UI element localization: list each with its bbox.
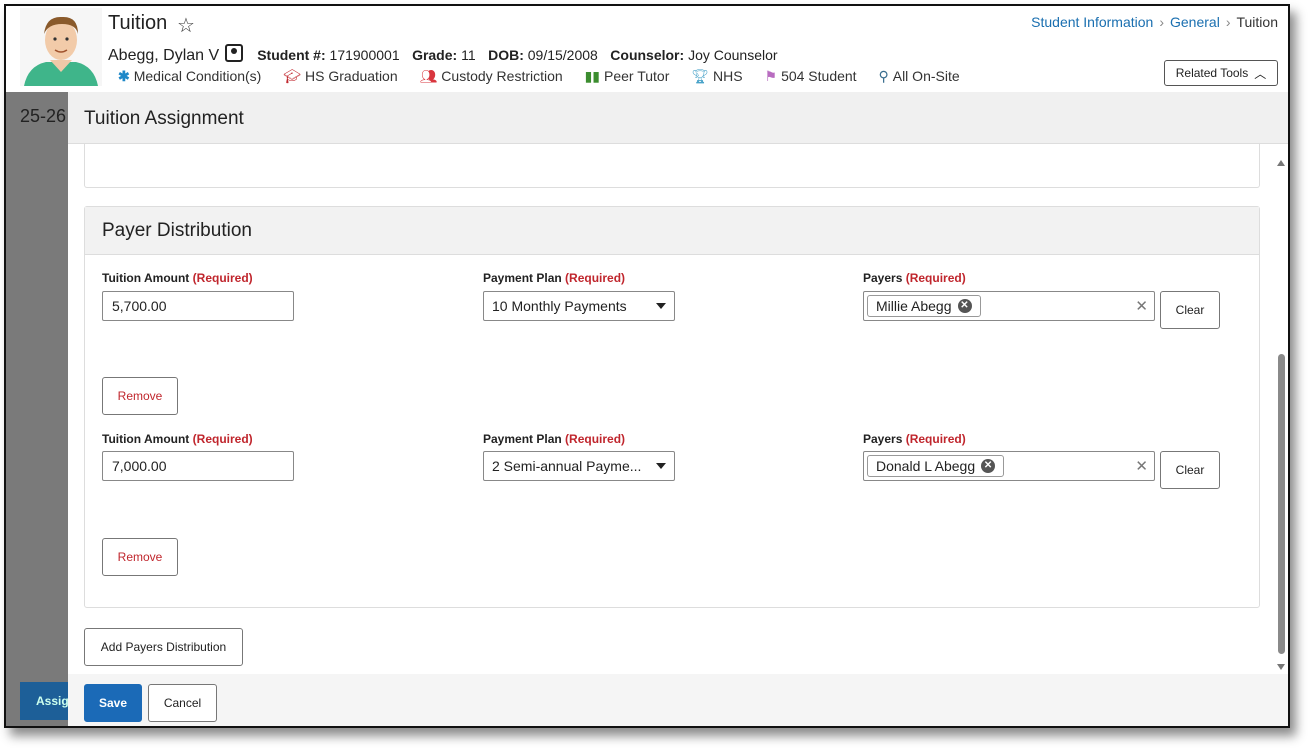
- asterisk-icon: ✱: [118, 68, 130, 84]
- flag-label: NHS: [713, 68, 743, 84]
- remove-button[interactable]: Remove: [102, 377, 178, 415]
- modal-footer: Save Cancel: [68, 674, 1288, 726]
- flag-nhs[interactable]: 🏆︎ NHS: [691, 68, 742, 85]
- flag-label: Peer Tutor: [604, 68, 670, 84]
- app-window: Tuition ☆ Abegg, Dylan V Student #: 17190…: [4, 4, 1290, 728]
- add-payers-distribution-button[interactable]: Add Payers Distribution: [84, 628, 243, 666]
- breadcrumb-current: Tuition: [1236, 14, 1278, 30]
- payment-plan-select[interactable]: 2 Semi-annual Payme...: [483, 451, 675, 481]
- chevron-right-icon: ›: [1159, 14, 1164, 30]
- tuition-assignment-modal: Tuition Assignment Payer Distribution Tu…: [68, 92, 1288, 726]
- tuition-amount-label: Tuition Amount (Required): [102, 271, 253, 285]
- background-overlay: [6, 92, 70, 726]
- payment-plan-label: Payment Plan (Required): [483, 432, 626, 446]
- student-flags: ✱ Medical Condition(s) 🎓︎ HS Graduation 👥︎…: [118, 68, 978, 85]
- flag-all-on-site[interactable]: ⚲ All On-Site: [878, 68, 959, 85]
- dob-label: DOB:: [488, 47, 524, 63]
- flag-label: Custody Restriction: [441, 68, 563, 84]
- payers-multiselect[interactable]: Donald L Abegg ✕ ✕: [863, 451, 1155, 481]
- student-photo: [20, 8, 102, 86]
- payment-plan-label: Payment Plan (Required): [483, 271, 626, 285]
- counselor-value: Joy Counselor: [688, 47, 778, 63]
- previous-section-card: [84, 144, 1260, 188]
- remove-chip-icon[interactable]: ✕: [957, 299, 972, 313]
- payment-plan-value: 2 Semi-annual Payme...: [492, 458, 642, 474]
- chevron-up-icon: ︿: [1254, 66, 1267, 81]
- payer-chip-label: Donald L Abegg: [876, 458, 976, 474]
- modal-scrollbar[interactable]: [1274, 144, 1288, 674]
- flag-label: 504 Student: [781, 68, 857, 84]
- people-icon: 👥︎: [419, 68, 438, 84]
- remove-chip-icon[interactable]: ✕: [981, 459, 996, 473]
- payers-label: Payers (Required): [863, 432, 966, 446]
- student-info-line: Abegg, Dylan V Student #: 171900001 Grade…: [108, 44, 786, 65]
- student-number-label: Student #:: [257, 47, 326, 63]
- clear-selection-icon[interactable]: ✕: [1135, 457, 1148, 475]
- clear-selection-icon[interactable]: ✕: [1135, 297, 1148, 315]
- section-header: Payer Distribution: [85, 207, 1259, 255]
- payers-multiselect[interactable]: Millie Abegg ✕ ✕: [863, 291, 1155, 321]
- flag-504-student[interactable]: ⚑ 504 Student: [765, 68, 857, 85]
- payment-plan-select[interactable]: 10 Monthly Payments: [483, 291, 675, 321]
- graduation-cap-icon: 🎓︎: [283, 68, 302, 84]
- related-tools-button[interactable]: Related Tools ︿: [1164, 60, 1278, 86]
- payer-chip-label: Millie Abegg: [876, 298, 952, 314]
- clear-button[interactable]: Clear: [1160, 451, 1220, 489]
- contact-card-icon[interactable]: [225, 44, 244, 62]
- modal-body: Payer Distribution Tuition Amount (Requi…: [68, 144, 1274, 674]
- payer-chip: Millie Abegg ✕: [867, 295, 981, 317]
- dropdown-caret-icon: [656, 303, 666, 309]
- flag-label: HS Graduation: [305, 68, 398, 84]
- scroll-up-arrow-icon[interactable]: [1277, 160, 1285, 166]
- flag-label: Medical Condition(s): [133, 68, 262, 84]
- modal-title: Tuition Assignment: [84, 108, 244, 129]
- student-number: 171900001: [329, 47, 400, 63]
- flag-medical-condition[interactable]: ✱ Medical Condition(s): [118, 68, 261, 85]
- counselor-label: Counselor:: [610, 47, 685, 63]
- payment-plan-value: 10 Monthly Payments: [492, 298, 627, 314]
- favorite-star-icon[interactable]: ☆: [177, 13, 195, 38]
- scroll-down-arrow-icon[interactable]: [1277, 664, 1285, 670]
- flag-hs-graduation[interactable]: 🎓︎ HS Graduation: [283, 68, 397, 85]
- flag-label: All On-Site: [892, 68, 960, 84]
- breadcrumb: Student Information › General › Tuition: [1031, 14, 1278, 30]
- related-tools-label: Related Tools: [1175, 66, 1249, 80]
- payers-label: Payers (Required): [863, 271, 966, 285]
- scroll-thumb[interactable]: [1278, 354, 1285, 654]
- student-header: Tuition ☆ Abegg, Dylan V Student #: 17190…: [6, 6, 1288, 92]
- cancel-button[interactable]: Cancel: [148, 684, 217, 722]
- breadcrumb-general[interactable]: General: [1170, 14, 1220, 30]
- dob-value: 09/15/2008: [527, 47, 598, 63]
- page-title: Tuition: [108, 12, 168, 34]
- dropdown-caret-icon: [656, 463, 666, 469]
- grade-label: Grade:: [412, 47, 458, 63]
- flag-icon: ⚑: [764, 68, 778, 84]
- trophy-icon: 🏆︎: [691, 68, 710, 84]
- modal-header: Tuition Assignment: [68, 92, 1288, 144]
- flag-custody-restriction[interactable]: 👥︎ Custody Restriction: [420, 68, 563, 85]
- flag-peer-tutor[interactable]: ▮▮ Peer Tutor: [585, 68, 670, 85]
- tuition-amount-input[interactable]: [102, 291, 294, 321]
- clear-button[interactable]: Clear: [1160, 291, 1220, 329]
- payer-chip: Donald L Abegg ✕: [867, 455, 1005, 477]
- remove-button[interactable]: Remove: [102, 538, 178, 576]
- save-button[interactable]: Save: [84, 684, 142, 722]
- background-assign-button: Assig: [20, 682, 72, 720]
- background-school-year: 25-26: [20, 106, 67, 126]
- tuition-amount-input[interactable]: [102, 451, 294, 481]
- student-name: Abegg, Dylan V: [108, 47, 220, 64]
- breadcrumb-student-information[interactable]: Student Information: [1031, 14, 1153, 30]
- person-onsite-icon: ⚲: [878, 68, 889, 84]
- tuition-amount-label: Tuition Amount (Required): [102, 432, 253, 446]
- chevron-right-icon: ›: [1225, 14, 1231, 30]
- grade-value: 11: [461, 47, 476, 63]
- payer-distribution-section: Payer Distribution Tuition Amount (Requi…: [84, 206, 1260, 608]
- section-title: Payer Distribution: [102, 220, 252, 241]
- book-icon: ▮▮: [584, 68, 600, 84]
